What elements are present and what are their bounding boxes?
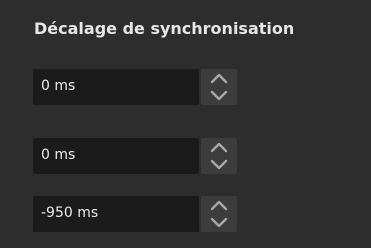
sync-offset-row: -950 ms: [33, 196, 237, 232]
chevron-down-icon: [210, 217, 228, 228]
increment-button[interactable]: [205, 139, 233, 155]
spin-buttons: [201, 138, 237, 174]
offset-spinbox-input[interactable]: -950 ms: [33, 196, 199, 232]
offset-value: -950 ms: [41, 205, 99, 221]
chevron-up-icon: [210, 73, 228, 84]
chevron-up-icon: [210, 200, 228, 211]
offset-spinbox-input[interactable]: 0 ms: [33, 138, 199, 174]
spin-buttons: [201, 69, 237, 105]
chevron-down-icon: [210, 90, 228, 101]
sync-offset-row: 0 ms: [33, 69, 237, 105]
panel-title: Décalage de synchronisation: [34, 19, 295, 38]
offset-value: 0 ms: [41, 78, 76, 94]
decrement-button[interactable]: [205, 88, 233, 104]
sync-offset-panel: Décalage de synchronisation 0 ms 0 ms -9…: [0, 0, 371, 248]
spin-buttons: [201, 196, 237, 232]
offset-spinbox-input[interactable]: 0 ms: [33, 69, 199, 105]
sync-offset-row: 0 ms: [33, 138, 237, 174]
chevron-up-icon: [210, 142, 228, 153]
offset-value: 0 ms: [41, 147, 76, 163]
chevron-down-icon: [210, 159, 228, 170]
increment-button[interactable]: [205, 70, 233, 86]
increment-button[interactable]: [205, 197, 233, 213]
decrement-button[interactable]: [205, 157, 233, 173]
decrement-button[interactable]: [205, 215, 233, 231]
